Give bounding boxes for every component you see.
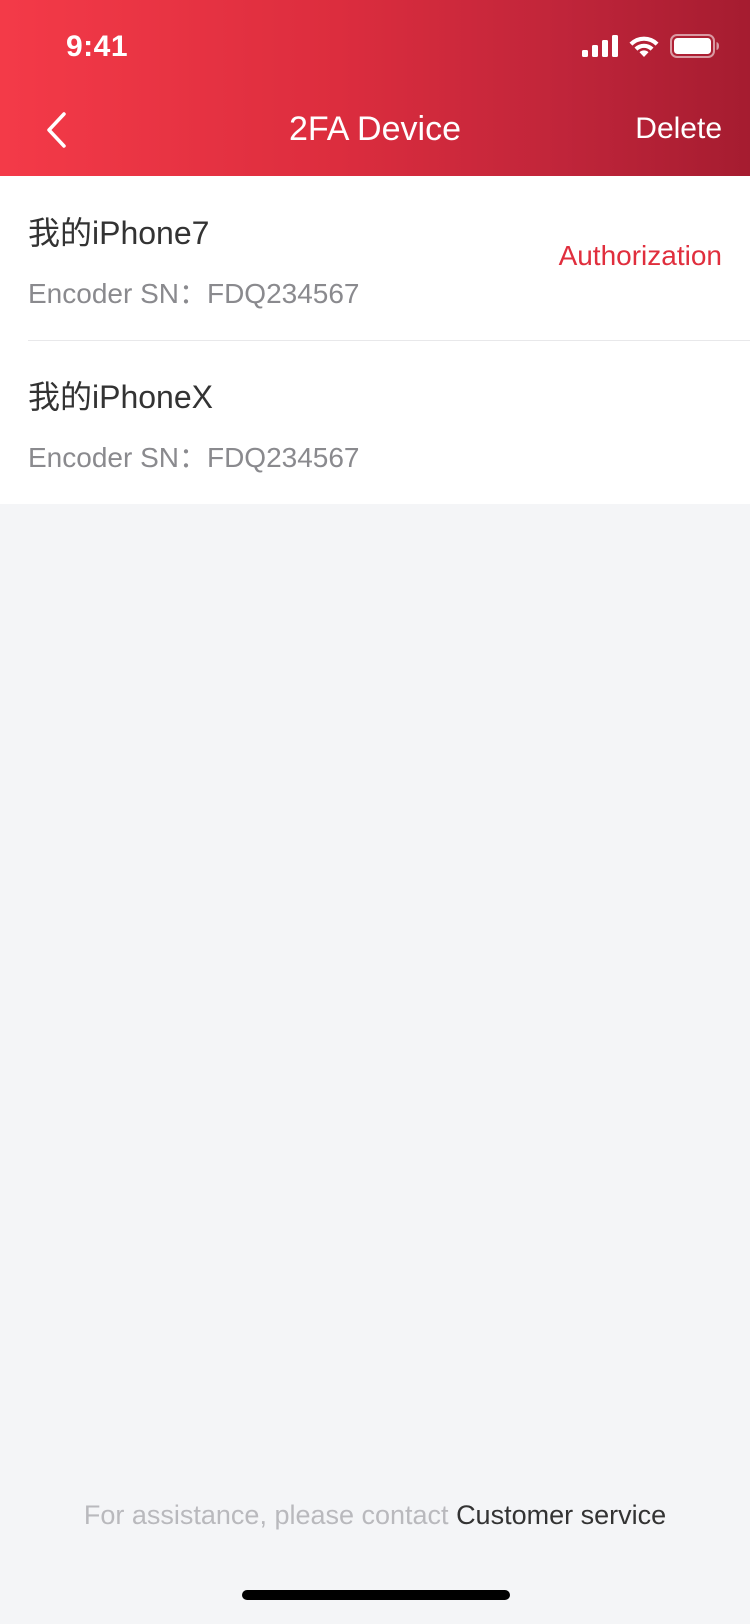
device-sn: Encoder SN：FDQ234567 bbox=[28, 436, 360, 476]
device-sn-label: Encoder SN： bbox=[28, 442, 207, 473]
customer-service-link[interactable]: Customer service bbox=[456, 1500, 666, 1530]
delete-button[interactable]: Delete bbox=[635, 112, 722, 146]
status-time: 9:41 bbox=[66, 30, 129, 63]
device-list: 我的iPhone7 Encoder SN：FDQ234567 Authoriza… bbox=[0, 176, 750, 504]
status-icons bbox=[582, 34, 720, 63]
device-sn-value: FDQ234567 bbox=[206, 278, 360, 309]
header: 9:41 2FA Device Delete bbox=[0, 0, 750, 176]
footer-prefix: For assistance, please contact bbox=[83, 1500, 457, 1530]
list-item[interactable]: 我的iPhone7 Encoder SN：FDQ234567 Authoriza… bbox=[0, 176, 750, 340]
wifi-icon bbox=[628, 34, 660, 63]
home-indicator bbox=[242, 1590, 510, 1600]
device-sn-value: FDQ234567 bbox=[206, 442, 360, 473]
status-bar: 9:41 bbox=[0, 0, 750, 88]
device-sn-label: Encoder SN： bbox=[28, 278, 207, 309]
device-sn: Encoder SN：FDQ234567 bbox=[28, 272, 360, 312]
screen: 9:41 2FA Device Delete 我的iPhone7 Encoder… bbox=[0, 0, 750, 1624]
nav-bar: 2FA Device Delete bbox=[0, 88, 750, 176]
battery-icon bbox=[670, 34, 720, 63]
signal-icon bbox=[582, 35, 618, 62]
device-name: 我的iPhone7 bbox=[28, 215, 210, 251]
device-name: 我的iPhoneX bbox=[28, 379, 213, 415]
list-item[interactable]: 我的iPhoneX Encoder SN：FDQ234567 bbox=[0, 340, 750, 504]
authorization-button[interactable]: Authorization bbox=[559, 240, 722, 272]
footer-note: For assistance, please contact Customer … bbox=[0, 1500, 750, 1531]
